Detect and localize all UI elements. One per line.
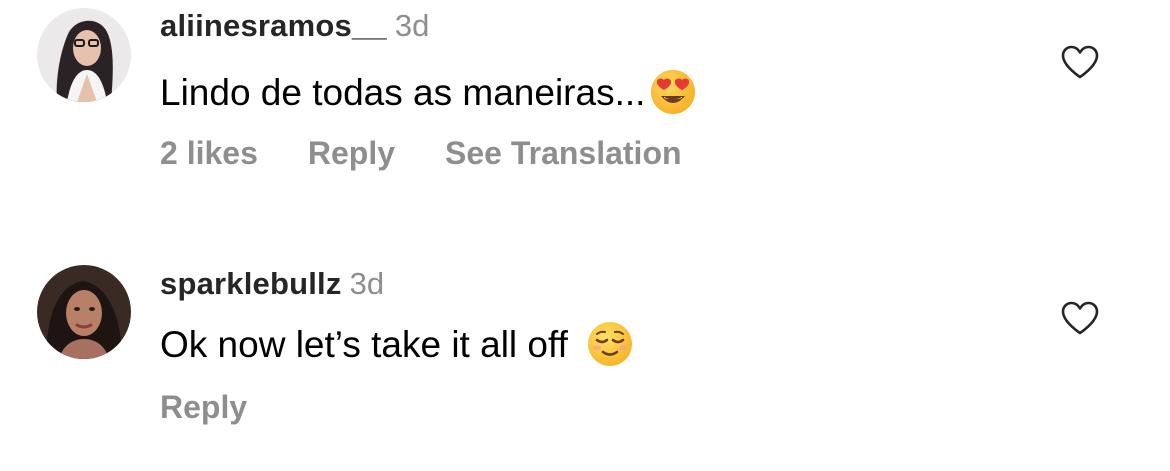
comment-item: aliinesramos__ 3d Lindo de todas as manei…: [0, 0, 1170, 200]
likes-count-button[interactable]: 2 likes: [160, 137, 258, 169]
timestamp: 3d: [349, 266, 385, 301]
comment-header: aliinesramos__ 3d: [160, 10, 429, 41]
avatar-image: [37, 8, 131, 102]
comment-header: sparklebullz 3d: [160, 268, 384, 299]
relieved-face-emoji: [586, 320, 634, 368]
avatar-image: [37, 265, 131, 359]
comment-actions: Reply: [160, 391, 247, 423]
comment-text: Lindo de todas as maneiras...: [160, 68, 697, 116]
comment-text-content: Ok now let’s take it all off: [160, 323, 568, 365]
username[interactable]: sparklebullz: [160, 266, 342, 301]
comment-text-content: Lindo de todas as maneiras...: [160, 71, 646, 113]
comment-item: sparklebullz 3d Ok now let’s take it all …: [0, 255, 1170, 471]
comment-text: Ok now let’s take it all off: [160, 320, 634, 368]
heart-eyes-emoji: [649, 68, 697, 116]
avatar[interactable]: [37, 265, 131, 359]
username[interactable]: aliinesramos__: [160, 8, 387, 43]
reply-button[interactable]: Reply: [308, 137, 395, 169]
timestamp: 3d: [394, 8, 430, 43]
heart-outline-icon[interactable]: [1060, 44, 1100, 80]
reply-button[interactable]: Reply: [160, 391, 247, 423]
see-translation-button[interactable]: See Translation: [445, 137, 682, 169]
avatar[interactable]: [37, 8, 131, 102]
comment-actions: 2 likes Reply See Translation: [160, 137, 682, 169]
heart-outline-icon[interactable]: [1060, 300, 1100, 336]
